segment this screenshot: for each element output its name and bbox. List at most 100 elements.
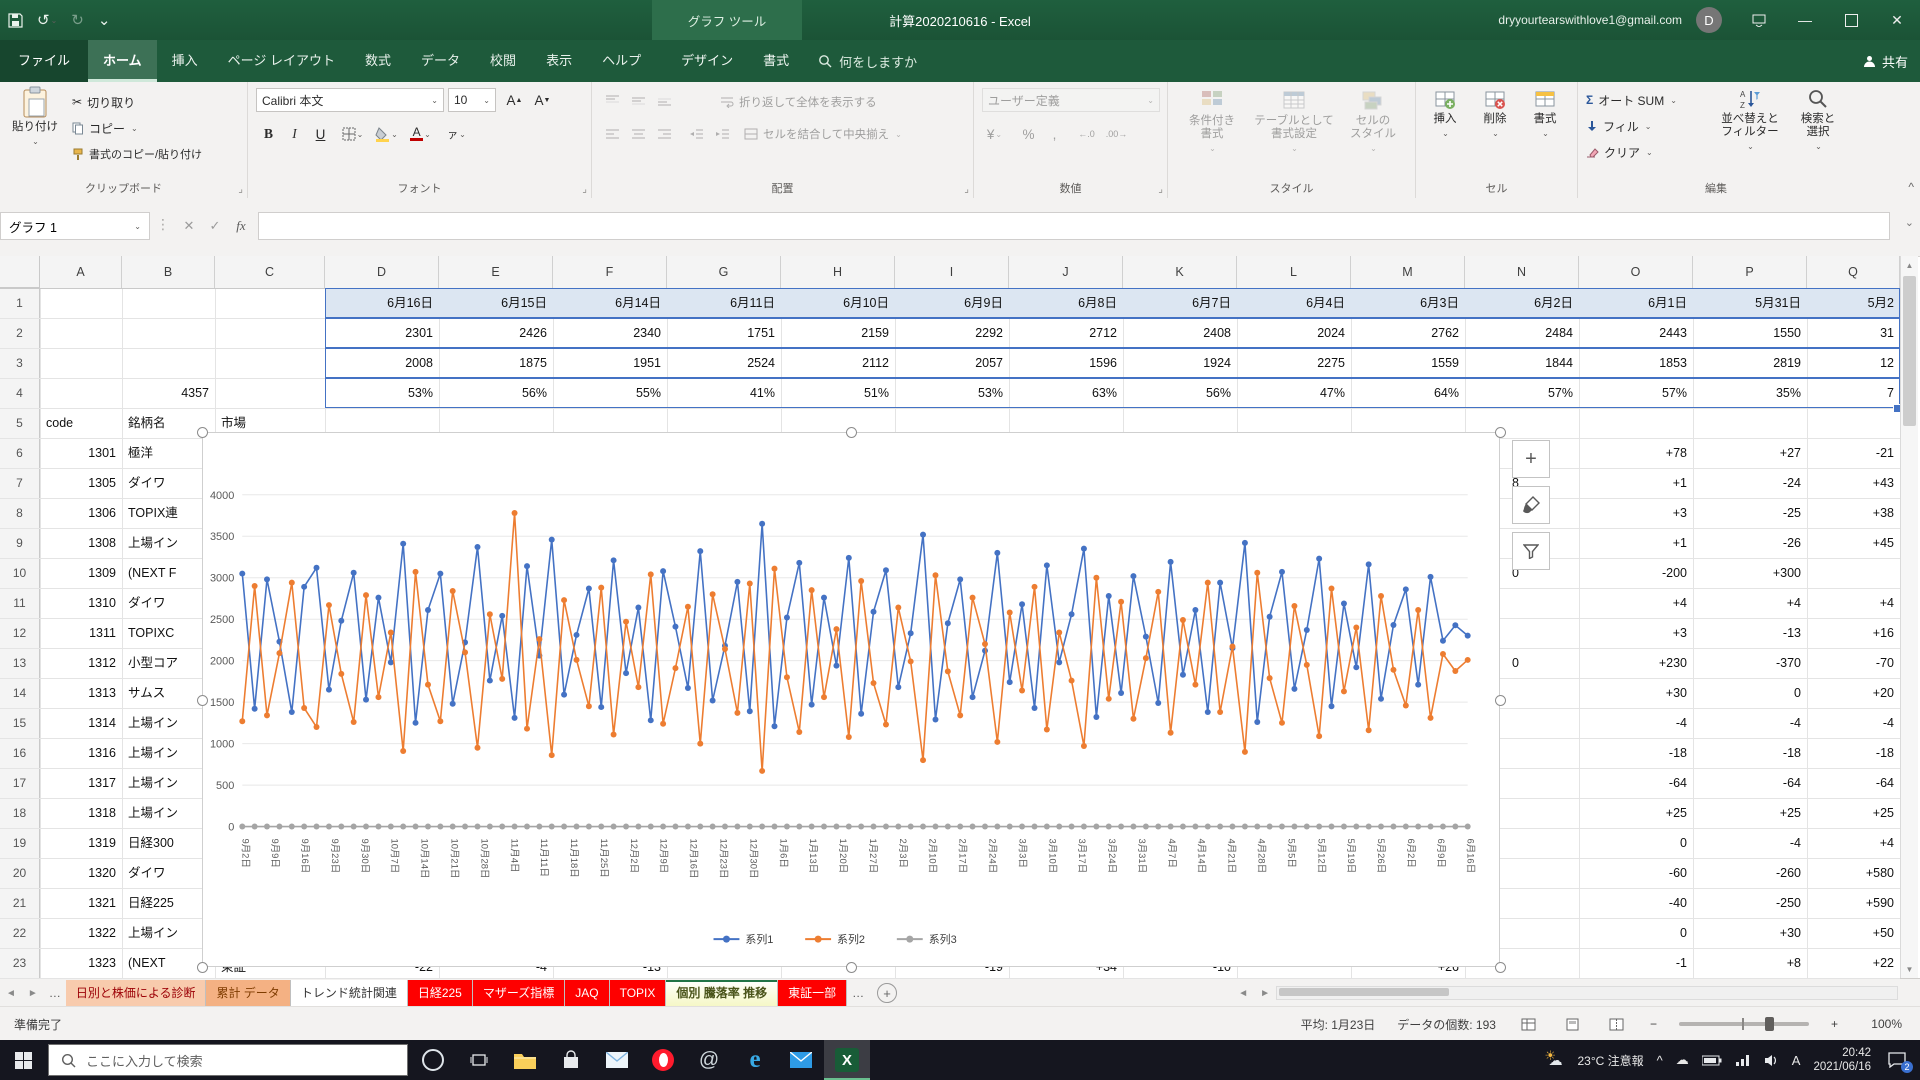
- cell-A6[interactable]: 1301: [40, 438, 122, 468]
- sheet-tab-7[interactable]: TOPIX: [610, 980, 667, 1007]
- row-header-3[interactable]: 3: [0, 348, 40, 378]
- cell-O9[interactable]: +1: [1579, 528, 1693, 558]
- cell-A19[interactable]: 1319: [40, 828, 122, 858]
- normal-view-button[interactable]: [1518, 1014, 1540, 1034]
- cell-P8[interactable]: -25: [1693, 498, 1807, 528]
- cell-O3[interactable]: 1853: [1579, 348, 1693, 378]
- sheet-tab-6[interactable]: JAQ: [565, 980, 609, 1007]
- cell-J3[interactable]: 1596: [1009, 348, 1123, 378]
- start-button[interactable]: [0, 1040, 46, 1080]
- row-header-11[interactable]: 11: [0, 588, 40, 618]
- chart-selection-handle[interactable]: [197, 427, 208, 438]
- cell-P20[interactable]: -260: [1693, 858, 1807, 888]
- column-header-N[interactable]: N: [1465, 256, 1579, 288]
- zoom-out-button[interactable]: −: [1650, 1017, 1657, 1031]
- chart-selection-handle[interactable]: [846, 427, 857, 438]
- cell-Q11[interactable]: +4: [1807, 588, 1900, 618]
- cell-P22[interactable]: +30: [1693, 918, 1807, 948]
- cell-O15[interactable]: -4: [1579, 708, 1693, 738]
- select-all-corner[interactable]: [0, 256, 40, 288]
- line-chart[interactable]: 050010001500200025003000350040009月2日9月9日…: [203, 433, 1499, 966]
- chart-selection-handle[interactable]: [1495, 427, 1506, 438]
- cell-Q21[interactable]: +590: [1807, 888, 1900, 918]
- cell-O17[interactable]: -64: [1579, 768, 1693, 798]
- cell-E1[interactable]: 6月15日: [439, 288, 553, 318]
- weather-text[interactable]: 23°C 注意報: [1578, 1052, 1644, 1069]
- sheet-tabs-overflow-left[interactable]: …: [44, 986, 66, 1000]
- cell-A5[interactable]: code: [40, 408, 122, 438]
- taskbar-icon-excel[interactable]: X: [824, 1040, 870, 1080]
- sheet-tab-3[interactable]: トレンド統計関連: [291, 980, 408, 1007]
- cell-Q19[interactable]: +4: [1807, 828, 1900, 858]
- cell-O20[interactable]: -60: [1579, 858, 1693, 888]
- column-header-G[interactable]: G: [667, 256, 781, 288]
- cell-A12[interactable]: 1311: [40, 618, 122, 648]
- cell-I1[interactable]: 6月9日: [895, 288, 1009, 318]
- row-header-6[interactable]: 6: [0, 438, 40, 468]
- page-layout-view-button[interactable]: [1562, 1014, 1584, 1034]
- row-header-22[interactable]: 22: [0, 918, 40, 948]
- zoom-slider[interactable]: [1679, 1022, 1809, 1026]
- row-header-1[interactable]: 1: [0, 288, 40, 318]
- battery-icon[interactable]: [1702, 1055, 1722, 1066]
- cell-Q7[interactable]: +43: [1807, 468, 1900, 498]
- ime-mode-indicator[interactable]: A: [1792, 1053, 1801, 1068]
- cell-A13[interactable]: 1312: [40, 648, 122, 678]
- cell-H4[interactable]: 51%: [781, 378, 895, 408]
- column-header-J[interactable]: J: [1009, 256, 1123, 288]
- row-header-20[interactable]: 20: [0, 858, 40, 888]
- cell-O18[interactable]: +25: [1579, 798, 1693, 828]
- column-header-C[interactable]: C: [215, 256, 325, 288]
- chart-container[interactable]: 050010001500200025003000350040009月2日9月9日…: [202, 432, 1500, 967]
- column-header-F[interactable]: F: [553, 256, 667, 288]
- vscroll-thumb[interactable]: [1903, 276, 1916, 426]
- cell-L4[interactable]: 47%: [1237, 378, 1351, 408]
- row-header-8[interactable]: 8: [0, 498, 40, 528]
- cell-A10[interactable]: 1309: [40, 558, 122, 588]
- taskbar-icon-outlook[interactable]: [778, 1040, 824, 1080]
- row-header-23[interactable]: 23: [0, 948, 40, 978]
- cell-P6[interactable]: +27: [1693, 438, 1807, 468]
- cell-P18[interactable]: +25: [1693, 798, 1807, 828]
- sheet-nav-right-icon[interactable]: ►: [22, 988, 44, 999]
- cell-M1[interactable]: 6月3日: [1351, 288, 1465, 318]
- cell-P23[interactable]: +8: [1693, 948, 1807, 978]
- hidden-icons-chevron[interactable]: ^: [1657, 1053, 1663, 1068]
- hscroll-thumb[interactable]: [1279, 988, 1449, 996]
- cell-A20[interactable]: 1320: [40, 858, 122, 888]
- cell-A18[interactable]: 1318: [40, 798, 122, 828]
- taskbar-icon-mail[interactable]: [594, 1040, 640, 1080]
- cell-D1[interactable]: 6月16日: [325, 288, 439, 318]
- volume-icon[interactable]: [1764, 1054, 1779, 1067]
- cell-O16[interactable]: -18: [1579, 738, 1693, 768]
- row-header-16[interactable]: 16: [0, 738, 40, 768]
- row-header-12[interactable]: 12: [0, 618, 40, 648]
- action-center-button[interactable]: 2: [1884, 1049, 1910, 1071]
- cell-Q18[interactable]: +25: [1807, 798, 1900, 828]
- cell-P2[interactable]: 1550: [1693, 318, 1807, 348]
- row-header-18[interactable]: 18: [0, 798, 40, 828]
- column-header-B[interactable]: B: [122, 256, 215, 288]
- cell-O14[interactable]: +30: [1579, 678, 1693, 708]
- chart-selection-handle[interactable]: [846, 962, 857, 973]
- cell-O6[interactable]: +78: [1579, 438, 1693, 468]
- cell-N4[interactable]: 57%: [1465, 378, 1579, 408]
- cell-F2[interactable]: 2340: [553, 318, 667, 348]
- chart-filters-button[interactable]: [1512, 532, 1550, 570]
- sheet-tab-1[interactable]: 日別と株価による診断: [66, 980, 207, 1007]
- cell-K2[interactable]: 2408: [1123, 318, 1237, 348]
- column-header-Q[interactable]: Q: [1807, 256, 1900, 288]
- cell-P9[interactable]: -26: [1693, 528, 1807, 558]
- column-header-P[interactable]: P: [1693, 256, 1807, 288]
- sheet-nav-left-icon[interactable]: ◄: [0, 988, 22, 999]
- cell-P12[interactable]: -13: [1693, 618, 1807, 648]
- row-header-21[interactable]: 21: [0, 888, 40, 918]
- cell-P21[interactable]: -250: [1693, 888, 1807, 918]
- cell-F3[interactable]: 1951: [553, 348, 667, 378]
- scroll-up-icon[interactable]: ▲: [1901, 256, 1918, 274]
- chart-selection-handle[interactable]: [197, 962, 208, 973]
- cell-Q9[interactable]: +45: [1807, 528, 1900, 558]
- cell-A11[interactable]: 1310: [40, 588, 122, 618]
- vertical-scrollbar[interactable]: ▲ ▼: [1900, 256, 1918, 978]
- column-header-A[interactable]: A: [40, 256, 122, 288]
